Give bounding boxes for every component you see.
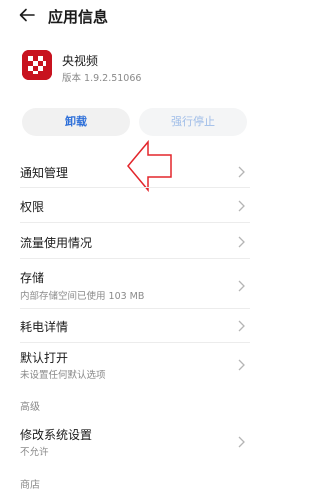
settings-item-label: 流量使用情况: [20, 236, 93, 250]
chevron-right-icon: [238, 320, 245, 332]
section-label-store: 商店: [20, 480, 40, 491]
force-stop-button[interactable]: 强行停止: [139, 108, 247, 136]
chevron-right-icon: [238, 200, 245, 212]
settings-item-open-by-default[interactable]: 默认打开 未设置任何默认选项: [0, 345, 263, 383]
divider: [20, 308, 250, 309]
settings-item-subtitle: 内部存储空间已使用 103 MB: [20, 291, 145, 302]
settings-item-label: 通知管理: [20, 166, 69, 180]
settings-item-label: 修改系统设置: [20, 428, 93, 442]
uninstall-button[interactable]: 卸载: [22, 108, 130, 136]
settings-item-label: 默认打开: [20, 351, 69, 365]
chevron-right-icon: [238, 359, 245, 371]
page-title: 应用信息: [48, 8, 109, 26]
settings-item-data-usage[interactable]: 流量使用情况: [0, 226, 263, 258]
settings-item-label: 权限: [20, 200, 45, 214]
divider: [20, 342, 250, 343]
arrow-left-icon[interactable]: [18, 6, 36, 24]
app-logo-icon: [22, 50, 52, 80]
settings-item-permissions[interactable]: 权限: [0, 190, 263, 222]
settings-item-storage[interactable]: 存储 内部存储空间已使用 103 MB: [0, 266, 263, 304]
section-label-advanced: 高级: [20, 402, 40, 413]
chevron-right-icon: [238, 236, 245, 248]
divider: [20, 222, 250, 223]
settings-item-notifications[interactable]: 通知管理: [0, 156, 263, 186]
settings-item-modify-system-settings[interactable]: 修改系统设置 不允许: [0, 422, 263, 462]
chevron-right-icon: [238, 280, 245, 292]
settings-item-label: 存储: [20, 271, 45, 285]
app-version: 版本 1.9.2.51066: [62, 73, 142, 84]
settings-item-subtitle: 未设置任何默认选项: [20, 370, 106, 381]
app-info-page: 应用信息 央视频 版本 1.9.2.51066 卸载 强行停止 通知管理 权限: [0, 0, 263, 499]
divider: [20, 258, 250, 259]
chevron-right-icon: [238, 436, 245, 448]
settings-item-battery[interactable]: 耗电详情: [0, 311, 263, 341]
divider: [20, 187, 250, 188]
settings-item-label: 耗电详情: [20, 320, 69, 334]
settings-item-subtitle: 不允许: [20, 447, 49, 458]
app-name: 央视频: [62, 54, 99, 68]
header: 应用信息: [0, 0, 263, 34]
chevron-right-icon: [238, 166, 245, 178]
